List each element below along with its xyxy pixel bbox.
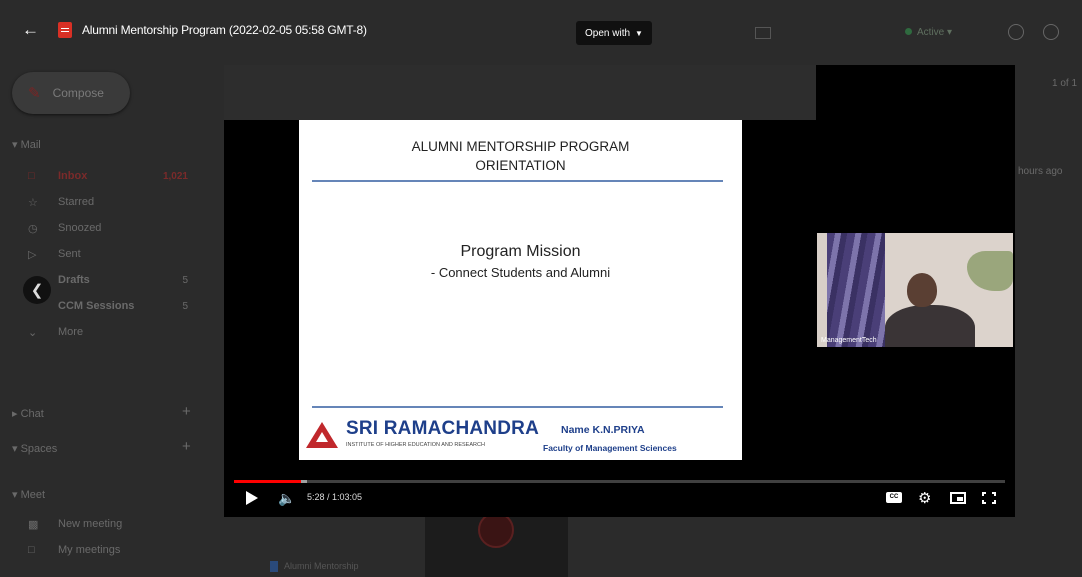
- grid-icon[interactable]: [755, 27, 771, 39]
- send-icon: ▷: [28, 248, 37, 261]
- plus-icon[interactable]: +: [182, 438, 191, 455]
- meet-section-header[interactable]: ▾ Meet: [12, 488, 45, 501]
- pagination-text: 1 of 1: [1052, 78, 1078, 89]
- fullscreen-icon[interactable]: [982, 492, 996, 504]
- institution-tagline: INSTITUTE OF HIGHER EDUCATION AND RESEAR…: [346, 442, 485, 448]
- player-upper-area: [224, 65, 816, 120]
- participant-avatar: [907, 273, 937, 307]
- chevron-down-icon: ⌄: [28, 326, 38, 339]
- meet-my-meetings[interactable]: □ My meetings: [28, 540, 198, 560]
- video-file-icon: [58, 22, 72, 38]
- chat-section-header[interactable]: ▸ Chat: [12, 407, 44, 420]
- status-dot-icon: [905, 28, 912, 35]
- spaces-section-header[interactable]: ▾ Spaces: [12, 442, 57, 455]
- inbox-icon: □: [28, 170, 35, 182]
- volume-icon[interactable]: 🔈: [278, 490, 295, 506]
- progress-played: [234, 480, 302, 483]
- caret-down-icon: ▼: [635, 28, 643, 38]
- plus-icon[interactable]: +: [182, 403, 191, 420]
- presenter-name: Name K.N.PRIYA: [561, 424, 645, 436]
- play-icon: [478, 512, 514, 548]
- miniplayer-icon[interactable]: [950, 492, 966, 504]
- gmail-sidebar-dimmed: ✎ Compose ▾ Mail □ Inbox 1,021 ☆ Starred…: [0, 62, 205, 577]
- mail-section-header[interactable]: ▾ Mail: [12, 138, 41, 151]
- screen: ✎ Compose ▾ Mail □ Inbox 1,021 ☆ Starred…: [0, 0, 1082, 577]
- folder-sent[interactable]: ▷ Sent: [28, 244, 198, 264]
- slide-divider: [312, 180, 723, 182]
- clock-icon: ◷: [28, 222, 38, 235]
- institution-name: SRI RAMACHANDRA: [346, 418, 539, 439]
- compose-label: Compose: [52, 86, 104, 100]
- folder-more[interactable]: ⌄ More: [28, 322, 198, 342]
- slide-footer: SRI RAMACHANDRA INSTITUTE OF HIGHER EDUC…: [299, 410, 742, 460]
- folder-starred[interactable]: ☆ Starred: [28, 192, 198, 212]
- folder-ccm-sessions[interactable]: CCM Sessions 5: [28, 296, 198, 316]
- help-icon[interactable]: [1008, 24, 1024, 40]
- back-arrow-icon[interactable]: ←: [22, 20, 39, 40]
- slide-title: ALUMNI MENTORSHIP PROGRAM ORIENTATION: [411, 139, 630, 173]
- compose-button[interactable]: ✎ Compose: [12, 72, 130, 114]
- meet-new-meeting[interactable]: ▩ New meeting: [28, 514, 198, 534]
- viewer-topbar: ← Alumni Mentorship Program (2022-02-05 …: [0, 0, 1082, 62]
- attachment-chip[interactable]: Alumni Mentorship: [270, 555, 420, 577]
- institution-logo-icon: [306, 422, 338, 448]
- folder-snoozed[interactable]: ◷ Snoozed: [28, 218, 198, 238]
- participant-camera-feed: ManagementTech: [817, 233, 1013, 347]
- slide-footer-divider: [312, 406, 723, 408]
- captions-button[interactable]: CC: [886, 492, 902, 503]
- calendar-icon: □: [28, 544, 35, 556]
- chevron-left-icon: ❮: [30, 282, 44, 299]
- settings-icon[interactable]: [1043, 24, 1059, 40]
- presenter-faculty: Faculty of Management Sciences: [543, 443, 677, 453]
- participant-label: ManagementTech: [821, 337, 877, 344]
- player-controls: 🔈 5:28 / 1:03:05 CC ⚙: [224, 487, 1015, 513]
- doc-icon: [270, 560, 278, 572]
- video-icon: ▩: [28, 518, 39, 531]
- mission-heading: Program Mission: [460, 243, 581, 260]
- previous-file-button[interactable]: ❮: [23, 276, 51, 304]
- progress-bar[interactable]: [234, 480, 1005, 483]
- folder-inbox[interactable]: □ Inbox 1,021: [28, 166, 198, 186]
- video-player[interactable]: ALUMNI MENTORSHIP PROGRAM ORIENTATION Pr…: [224, 65, 1015, 517]
- mission-text: - Connect Students and Alumni: [430, 265, 611, 280]
- settings-gear-icon[interactable]: ⚙: [918, 489, 931, 507]
- star-icon: ☆: [28, 196, 38, 209]
- pencil-icon: ✎: [28, 85, 41, 102]
- file-title: Alumni Mentorship Program (2022-02-05 05…: [82, 23, 367, 37]
- open-with-button[interactable]: Open with ▼: [576, 21, 652, 45]
- time-ago-text: hours ago: [1018, 166, 1063, 177]
- time-display: 5:28 / 1:03:05: [307, 492, 363, 502]
- status-active[interactable]: Active ▾: [905, 27, 952, 38]
- folder-drafts[interactable]: Drafts 5: [28, 270, 198, 290]
- presentation-slide: ALUMNI MENTORSHIP PROGRAM ORIENTATION Pr…: [299, 120, 742, 460]
- play-button[interactable]: [246, 491, 258, 505]
